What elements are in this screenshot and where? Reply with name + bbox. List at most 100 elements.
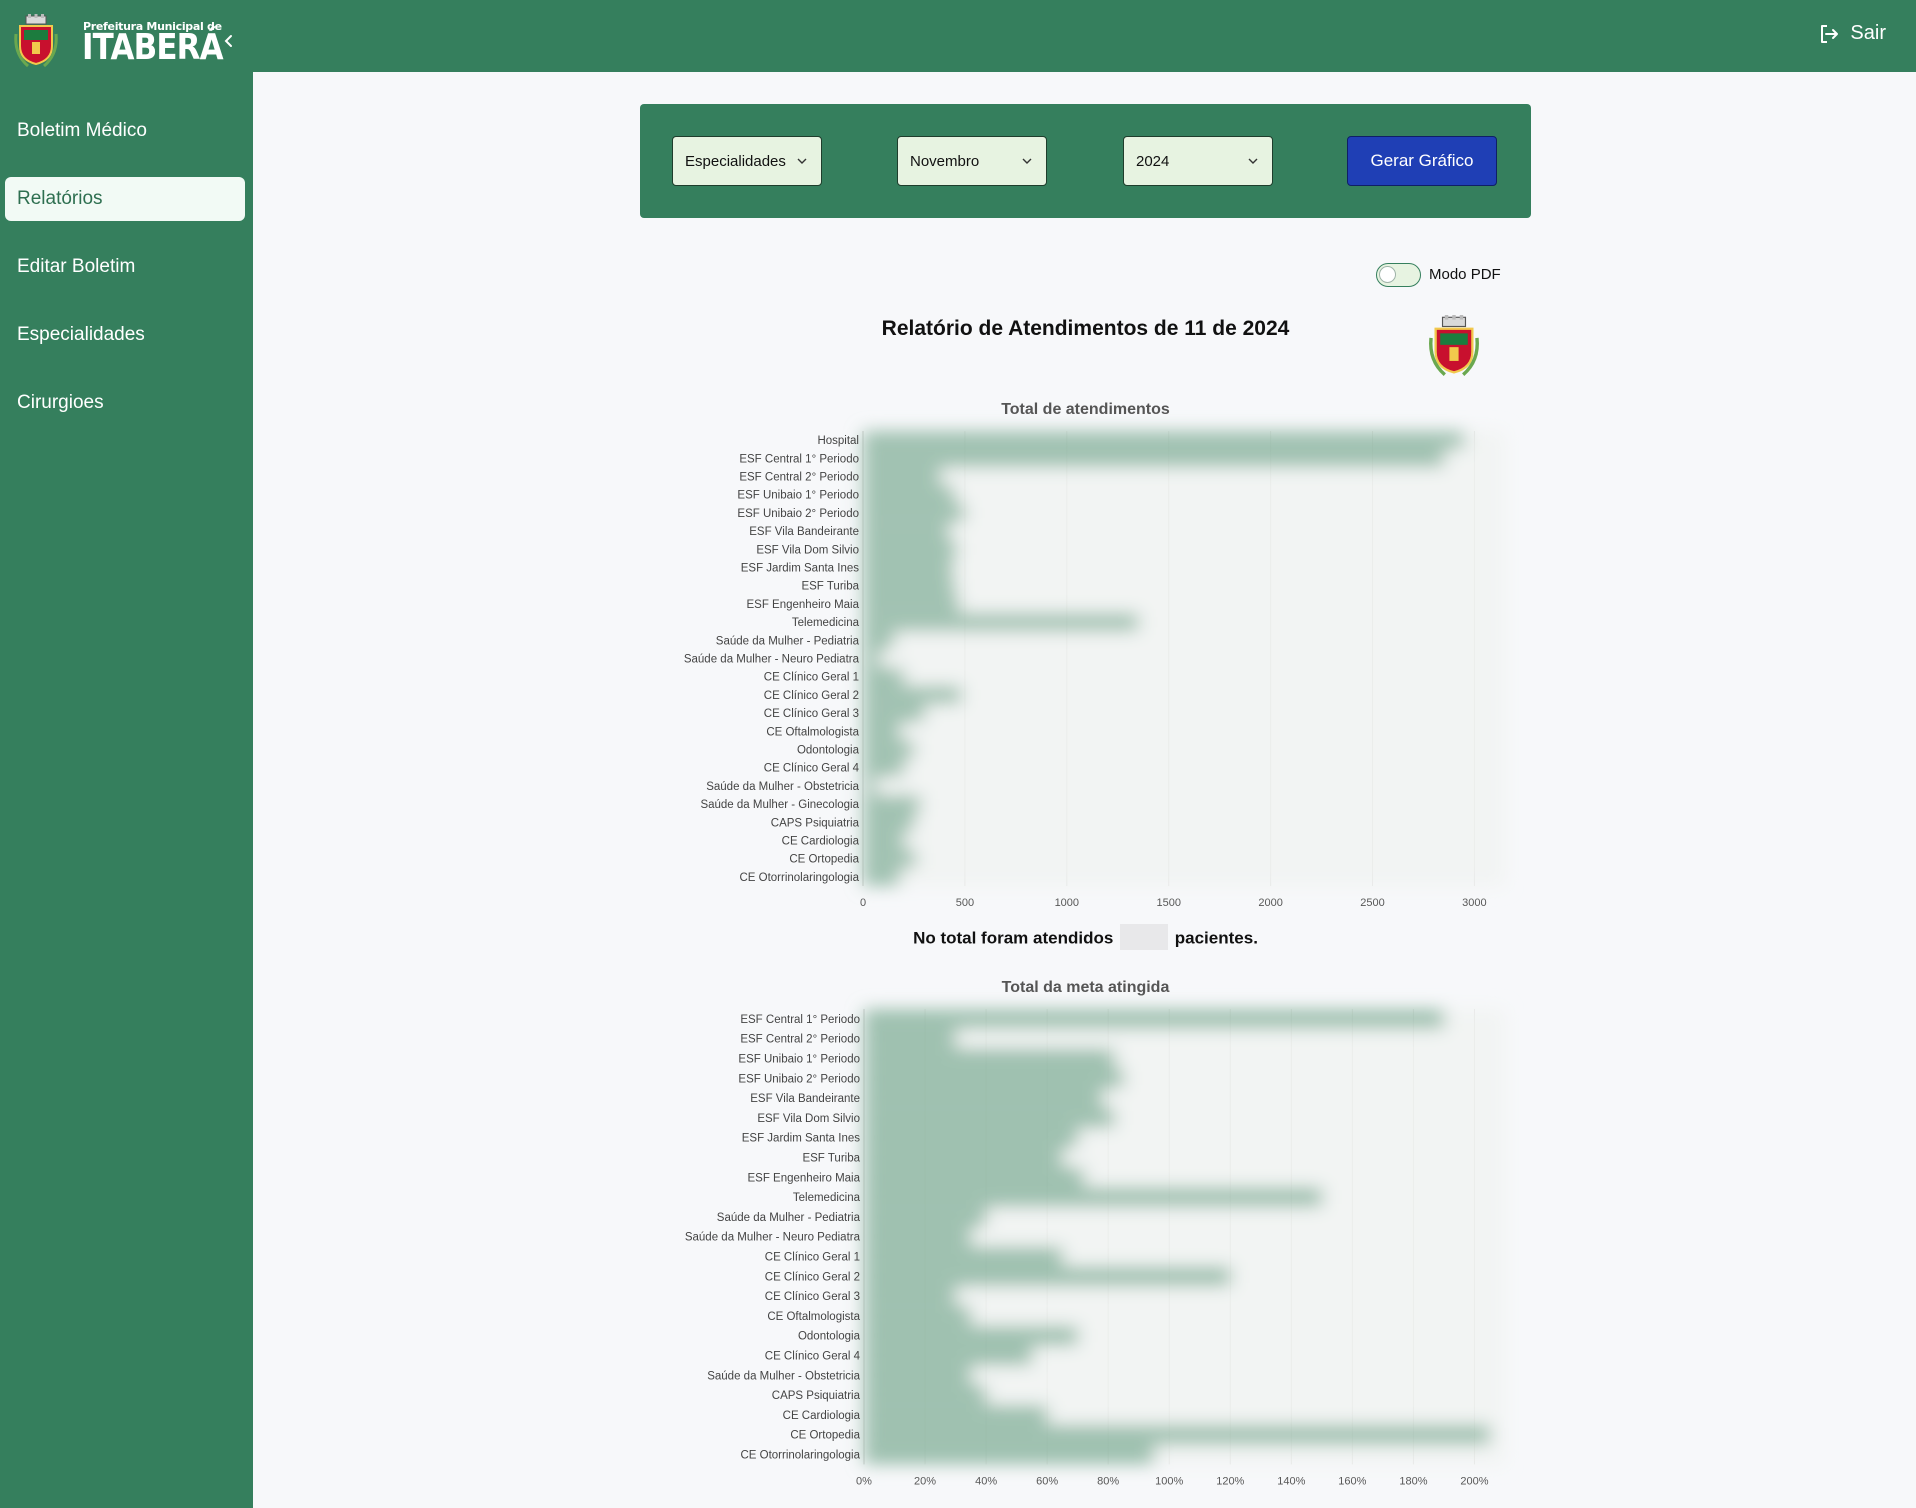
month-select-value: Novembro [910,152,980,170]
bar [864,1308,971,1324]
bars-group [864,1009,1505,1465]
bar [864,1149,1063,1166]
y-category-label: ESF Central 1° Periodo [739,453,859,465]
x-tick-label: 120% [1216,1475,1244,1487]
y-category-label: ESF Vila Bandeirante [749,526,859,538]
y-category-label: CE Ortopedia [790,1430,860,1442]
x-tick-label: 160% [1338,1475,1366,1487]
x-tick-label: 0% [856,1475,872,1487]
y-category-label: CE Cardiologia [782,836,860,848]
top-bar: Prefeitura Municipal de ITABERÁ Sair [0,0,1916,72]
x-tick-label: 100% [1155,1475,1183,1487]
y-category-label: Saúde da Mulher - Ginecologia [700,799,859,811]
y-category-label: ESF Unibaio 2° Periodo [737,508,859,520]
total-prefix: No total foram atendidos [913,928,1114,948]
logout-label: Sair [1850,22,1886,44]
filter-panel: Especialidades Novembro 2024 Gerar Gráfi… [640,104,1531,218]
bar [863,797,921,812]
x-tick-label: 2500 [1360,897,1384,909]
y-category-label: CE Clínico Geral 4 [764,763,860,775]
y-category-label: CE Clínico Geral 2 [765,1271,860,1283]
x-tick-label: 1000 [1055,897,1079,909]
bar [864,1367,971,1384]
x-tick-label: 3000 [1462,897,1486,909]
bar [864,1129,1078,1146]
bar [863,724,900,739]
y-category-label: ESF Central 2° Periodo [739,472,859,484]
bar [864,1327,1078,1344]
report-title: Relatório de Atendimentos de 11 de 2024 [881,317,1290,340]
bar [863,760,904,775]
bar [863,542,957,557]
bar [864,1011,1444,1027]
logo-title: ITABERÁ [82,27,224,68]
x-tick-label: 20% [914,1475,936,1487]
logout-button[interactable]: Sair [1818,22,1886,45]
bar [863,433,1465,448]
bar [864,1209,987,1225]
y-category-label: Telemedicina [793,1192,861,1204]
y-category-label: ESF Jardim Santa Ines [742,1133,860,1145]
bar [864,1426,1490,1443]
y-category-label: Telemedicina [792,617,860,629]
bar [863,524,949,539]
bar [863,833,904,848]
year-select[interactable]: 2024 [1123,136,1273,186]
y-category-label: CE Ortopedia [789,854,859,866]
y-category-label: CE Clínico Geral 3 [765,1291,860,1303]
y-category-label: Saúde da Mulher - Pediatria [716,635,860,647]
chart-2-title: Total da meta atingida [1001,979,1170,996]
month-select[interactable]: Novembro [897,136,1047,186]
y-category-label: CAPS Psiquiatria [771,817,860,829]
y-category-label: ESF Vila Dom Silvio [757,1113,860,1125]
bar [863,815,914,830]
y-category-label: CE Cardiologia [783,1410,861,1422]
bar [864,1347,1032,1364]
bar [864,1050,1115,1067]
year-select-value: 2024 [1136,152,1170,170]
bar [863,706,925,721]
bar [863,451,1444,466]
bar [864,1189,1322,1205]
bar [863,505,965,520]
y-category-label: Saúde da Mulher - Obstetricia [707,1370,860,1382]
total-value-redacted [1120,924,1169,950]
y-category-label: ESF Vila Dom Silvio [756,544,859,556]
x-tick-label: 500 [956,897,974,909]
total-patients-line: No total foram atendidos pacientes. [640,924,1531,952]
bar [863,560,953,575]
category-select-value: Especialidades [685,152,786,170]
chart-1-title: Total de atendimentos [1001,401,1170,418]
bar [864,1268,1231,1285]
bar [864,1288,956,1304]
chart-1-attendances: 0 500 1000 1500 2000 2500 3000 Hospital ESF Cent… [684,431,1505,909]
x-tick-label: 1500 [1156,897,1180,909]
bar [863,596,959,611]
y-category-label: CE Clínico Geral 4 [765,1351,861,1363]
pdf-mode-toggle[interactable] [1376,263,1421,287]
y-category-label: CE Clínico Geral 1 [764,672,859,684]
y-category-label: CE Clínico Geral 3 [764,708,859,720]
chevron-left-icon[interactable] [220,32,238,50]
bar [863,869,900,884]
y-category-label: Saúde da Mulher - Obstetricia [706,781,859,793]
category-select[interactable]: Especialidades [672,136,822,186]
y-category-label: Saúde da Mulher - Neuro Pediatra [685,1232,861,1244]
x-tick-label: 60% [1036,1475,1058,1487]
y-category-label: ESF Jardim Santa Ines [741,563,859,575]
sidebar-item-boletim-medico[interactable]: Boletim Médico [5,109,245,153]
y-category-label: ESF Engenheiro Maia [746,599,859,611]
sidebar-item-cirurgioes[interactable]: Cirurgioes [5,381,245,425]
bar [863,687,961,702]
sidebar-item-relatorios[interactable]: Relatórios [5,177,245,221]
sidebar-item-editar-boletim[interactable]: Editar Boletim [5,245,245,289]
chevron-down-icon [1022,158,1032,164]
generate-chart-button[interactable]: Gerar Gráfico [1347,136,1497,186]
bar [864,1387,987,1403]
y-category-label: CE Otorrinolaringologia [740,1450,860,1462]
pdf-mode-label: Modo PDF [1429,266,1501,283]
sidebar-item-especialidades[interactable]: Especialidades [5,313,245,357]
y-category-label: Saúde da Mulher - Pediatria [717,1212,861,1224]
bar [864,1030,956,1047]
bar [864,1248,1063,1265]
